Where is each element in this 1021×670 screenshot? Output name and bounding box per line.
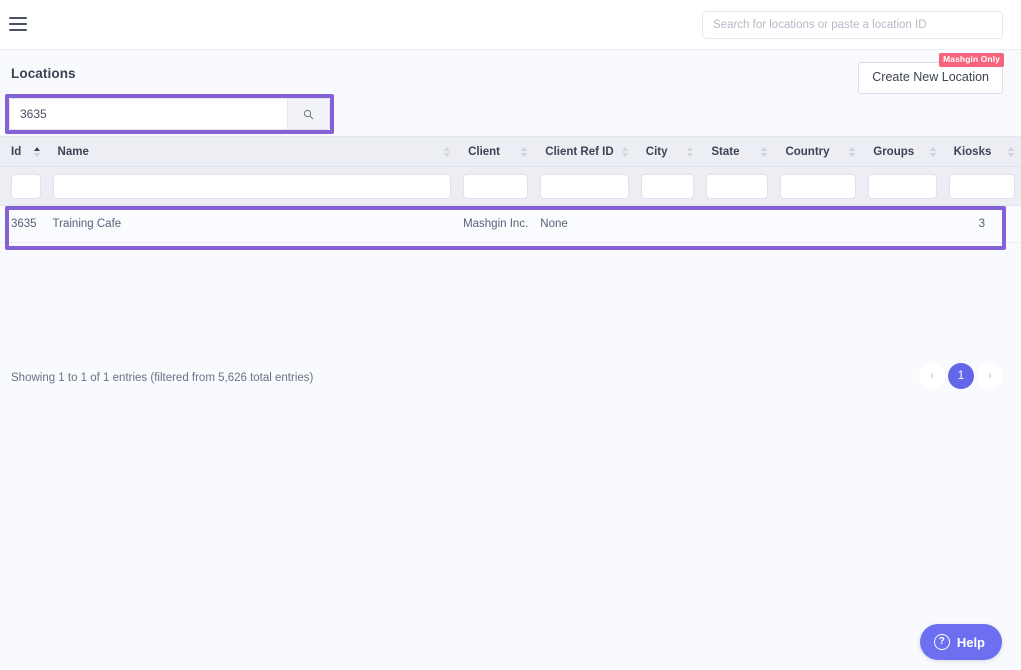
column-label: Id <box>11 145 22 158</box>
hamburger-line <box>9 29 27 31</box>
sort-icon-city[interactable] <box>687 146 694 157</box>
column-label: Groups <box>873 145 915 158</box>
column-header-client-ref-id[interactable]: Client Ref ID <box>534 136 635 167</box>
filter-input-kiosks[interactable] <box>948 173 1015 199</box>
sort-icon-state[interactable] <box>761 146 768 157</box>
cell-id: 3635 <box>0 206 47 243</box>
location-search-input[interactable] <box>9 98 287 130</box>
column-label: Name <box>57 145 89 158</box>
search-icon <box>303 109 314 119</box>
create-new-location-label: Create New Location <box>872 70 989 84</box>
main-content: Locations Mashgin Only Create New Locati… <box>0 50 1021 670</box>
filter-input-client[interactable] <box>463 173 529 199</box>
location-search-group <box>9 98 330 130</box>
sort-icon-client-ref-id[interactable] <box>621 146 628 157</box>
table-header-row: Id Name Client Client Ref ID City State … <box>0 136 1021 167</box>
locations-table-body: 3635 Training Cafe Mashgin Inc. None 3 <box>0 206 1021 243</box>
filter-input-client-ref-id[interactable] <box>540 173 629 199</box>
table-row[interactable]: 3635 Training Cafe Mashgin Inc. None 3 <box>0 206 1021 243</box>
column-header-kiosks[interactable]: Kiosks <box>942 136 1021 167</box>
page-title: Locations <box>11 66 76 81</box>
cell-kiosks: 3 <box>942 206 1021 243</box>
table-body-area: 3635 Training Cafe Mashgin Inc. None 3 <box>0 206 1021 250</box>
question-circle-icon: ? <box>933 634 950 650</box>
help-button[interactable]: ? Help <box>919 624 1002 660</box>
sort-icon-client[interactable] <box>521 146 528 157</box>
filter-input-city[interactable] <box>640 173 695 199</box>
sort-icon-id[interactable] <box>33 146 40 157</box>
column-header-client[interactable]: Client <box>457 136 535 167</box>
help-button-label: Help <box>956 634 985 650</box>
pagination: ‹ 1 › <box>919 363 1003 389</box>
pagination-page-1-button[interactable]: 1 <box>948 363 974 389</box>
column-header-groups[interactable]: Groups <box>862 136 943 167</box>
sort-icon-kiosks[interactable] <box>1008 146 1014 157</box>
sort-icon-country[interactable] <box>849 146 856 157</box>
hamburger-icon[interactable] <box>9 17 27 31</box>
column-label: Client <box>468 145 501 158</box>
pagination-prev-button[interactable]: ‹ <box>919 363 945 389</box>
filter-input-country[interactable] <box>780 173 857 199</box>
top-bar <box>0 0 1021 50</box>
hamburger-line <box>9 23 27 25</box>
column-header-name[interactable]: Name <box>46 136 458 167</box>
cell-name: Training Cafe <box>46 206 458 243</box>
create-new-location-wrapper: Mashgin Only Create New Location <box>858 53 1004 94</box>
filter-input-groups[interactable] <box>868 173 937 199</box>
cell-groups <box>862 206 943 243</box>
filter-input-state[interactable] <box>706 173 769 199</box>
table-filter-row <box>0 166 1021 206</box>
locations-table: Id Name Client Client Ref ID City State … <box>0 136 1021 206</box>
column-label: State <box>711 145 740 158</box>
locations-table-wrapper: Id Name Client Client Ref ID City State … <box>0 136 1021 389</box>
column-header-id[interactable]: Id <box>0 136 47 167</box>
column-label: Country <box>785 145 830 158</box>
column-label: Client Ref ID <box>545 145 614 158</box>
column-label: City <box>645 145 668 158</box>
column-header-country[interactable]: Country <box>774 136 863 167</box>
create-new-location-button[interactable]: Mashgin Only Create New Location <box>858 53 1004 94</box>
cell-state <box>700 206 775 243</box>
location-search-highlight <box>5 94 334 134</box>
location-search-button[interactable] <box>287 98 330 130</box>
filter-input-name[interactable] <box>52 173 452 199</box>
sort-icon-groups[interactable] <box>929 146 936 157</box>
pagination-next-button[interactable]: › <box>977 363 1003 389</box>
cell-client: Mashgin Inc. <box>457 206 535 243</box>
hamburger-line <box>9 17 27 19</box>
cell-country <box>774 206 863 243</box>
cell-client-ref-id: None <box>534 206 635 243</box>
mashgin-only-badge: Mashgin Only <box>939 53 1004 67</box>
table-entries-info: Showing 1 to 1 of 1 entries (filtered fr… <box>11 372 314 384</box>
sort-icon-name[interactable] <box>444 146 451 157</box>
filter-input-id[interactable] <box>11 173 41 199</box>
cell-city <box>634 206 701 243</box>
column-label: Kiosks <box>953 145 992 158</box>
column-header-state[interactable]: State <box>700 136 775 167</box>
global-search-input[interactable] <box>702 11 1003 39</box>
column-header-city[interactable]: City <box>634 136 701 167</box>
